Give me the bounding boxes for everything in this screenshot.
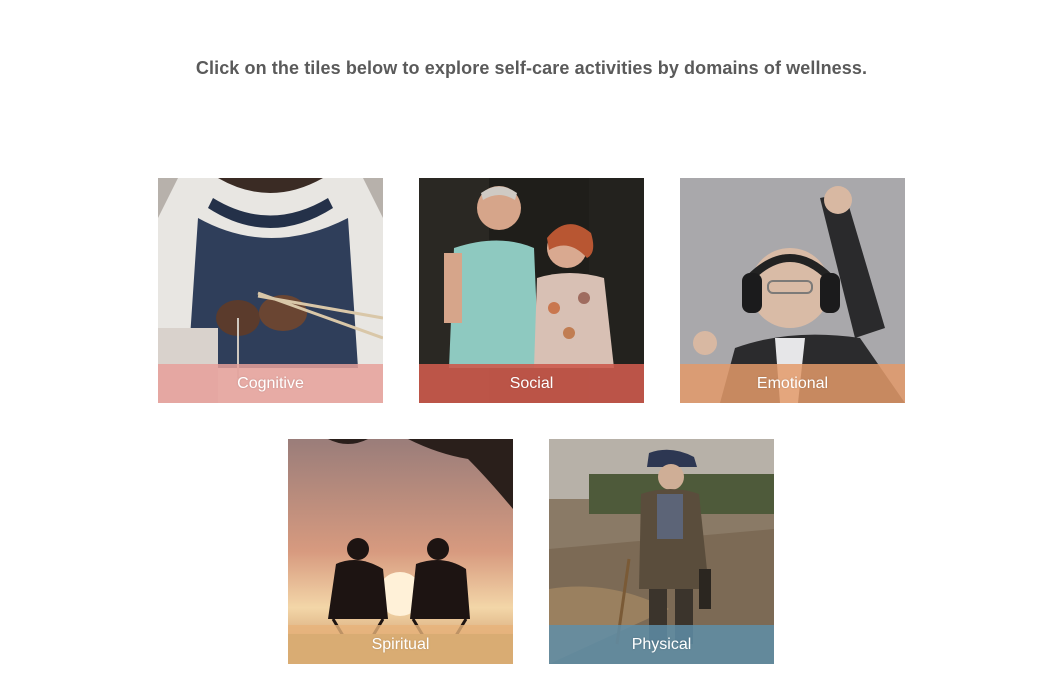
spiritual-label-bar: Spiritual <box>288 625 513 664</box>
physical-label-bar: Physical <box>549 625 774 664</box>
physical-label: Physical <box>631 635 692 653</box>
cognitive-label: Cognitive <box>237 374 304 392</box>
tile-spiritual[interactable]: Spiritual <box>288 439 513 664</box>
social-label: Social <box>509 374 554 392</box>
page: Click on the tiles below to explore self… <box>0 0 1063 698</box>
emotional-label-bar: Emotional <box>680 364 905 403</box>
emotional-label: Emotional <box>756 374 829 392</box>
tile-emotional[interactable]: Emotional <box>680 178 905 403</box>
tile-physical[interactable]: Physical <box>549 439 774 664</box>
spiritual-label: Spiritual <box>371 635 430 653</box>
tile-social[interactable]: Social <box>419 178 644 403</box>
social-label-bar: Social <box>419 364 644 403</box>
cognitive-label-bar: Cognitive <box>158 364 383 403</box>
tile-cognitive[interactable]: Cognitive <box>158 178 383 403</box>
intro-text: Click on the tiles below to explore self… <box>195 58 868 78</box>
